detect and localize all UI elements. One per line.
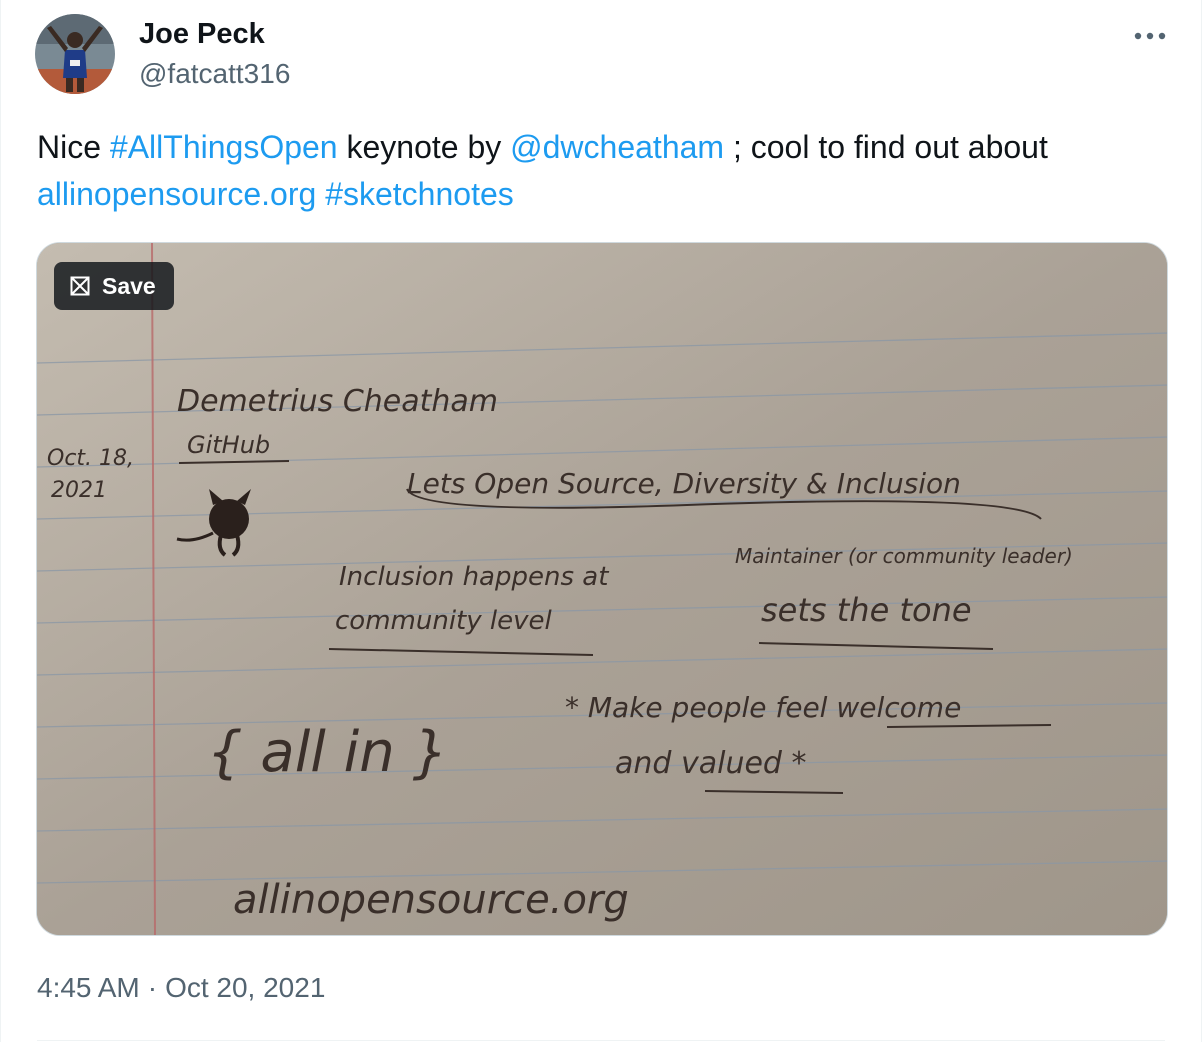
sketch-all-in: { all in }: [207, 720, 448, 785]
sketch-note2-line1: Maintainer (or community leader): [735, 544, 1073, 568]
sketch-note1-line2: community level: [335, 606, 552, 636]
tweet-card: Joe Peck @fatcatt316 Nice #AllThingsOpen…: [0, 0, 1202, 1042]
tweet-time: 4:45 AM: [37, 972, 140, 1003]
bookmark-save-icon: [70, 276, 90, 296]
sketch-url: allinopensource.org: [233, 877, 629, 923]
author-handle[interactable]: @fatcatt316: [139, 56, 290, 92]
sketch-topic: Lets Open Source, Diversity & Inclusion: [407, 467, 961, 500]
tweet-text-segment: ; cool to find out about: [724, 129, 1048, 165]
sketch-date-line2: 2021: [51, 478, 107, 503]
sketch-note3-line1: * Make people feel welcome: [565, 691, 961, 724]
mention-link[interactable]: @dwcheatham: [510, 129, 724, 165]
hashtag-link[interactable]: #AllThingsOpen: [110, 129, 338, 165]
sketchnote-photo: Demetrius Cheatham GitHub Oct. 18, 2021 …: [37, 243, 1167, 935]
tweet-timestamp[interactable]: 4:45 AM · Oct 20, 2021: [37, 970, 325, 1006]
tweet-media[interactable]: Demetrius Cheatham GitHub Oct. 18, 2021 …: [36, 242, 1168, 936]
divider: [37, 1040, 1165, 1041]
sketch-company: GitHub: [187, 431, 270, 459]
sketch-date-line1: Oct. 18,: [47, 446, 134, 471]
url-link[interactable]: allinopensource.org: [37, 176, 316, 212]
hashtag-link[interactable]: #sketchnotes: [325, 176, 514, 212]
sketch-speaker: Demetrius Cheatham: [177, 384, 498, 419]
tweet-date: Oct 20, 2021: [165, 972, 326, 1003]
tweet-text-segment: keynote by: [337, 129, 511, 165]
avatar[interactable]: [35, 14, 115, 94]
author-name[interactable]: Joe Peck: [139, 16, 265, 52]
save-button[interactable]: Save: [54, 262, 174, 310]
tweet-text: Nice #AllThingsOpen keynote by @dwcheath…: [37, 124, 1177, 218]
more-options-button[interactable]: [1127, 18, 1173, 54]
more-horizontal-icon: [1134, 32, 1166, 40]
tweet-text-segment: Nice: [37, 129, 110, 165]
sketch-note1-line1: Inclusion happens at: [339, 562, 609, 592]
sketch-note2-line2: sets the tone: [761, 591, 972, 629]
sketch-note3-line2: and valued *: [615, 746, 807, 781]
timestamp-separator: ·: [147, 972, 158, 1003]
tweet-text-segment: [316, 176, 325, 212]
save-button-label: Save: [102, 272, 156, 299]
avatar-photo: [35, 14, 115, 94]
